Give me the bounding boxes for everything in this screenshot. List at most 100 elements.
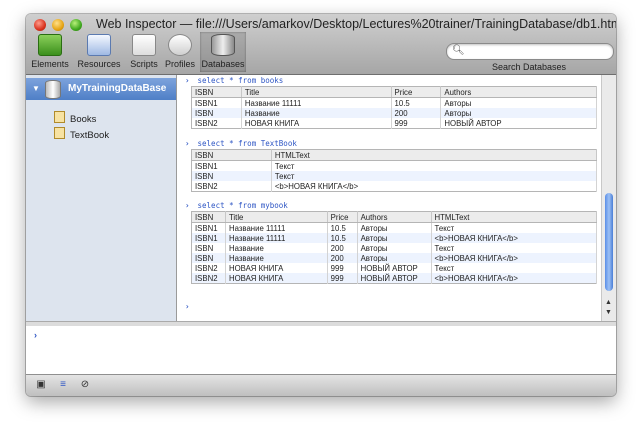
table-cell: 10.5 <box>327 222 358 233</box>
table-row[interactable]: ISBN1 Название 11111 10.5 Авторы Текст <box>191 222 598 233</box>
title-bar: Web Inspector — file:///Users/amarkov/De… <box>26 14 616 75</box>
table-cell: Авторы <box>440 108 597 118</box>
clear-icon[interactable]: ⊘ <box>78 379 92 391</box>
table-row[interactable]: ISBN Название 200 Авторы Текст <box>191 243 598 253</box>
table-row[interactable]: ISBN2 НОВАЯ КНИГА 999 НОВЫЙ АВТОР <b>НОВАЯ К… <box>191 273 598 284</box>
zoom-window-button[interactable] <box>70 19 82 31</box>
column-header[interactable]: HTMLText <box>271 149 598 161</box>
scrollbar-thumb[interactable] <box>605 193 613 291</box>
table-cell: Авторы <box>357 222 432 233</box>
table-cell: 999 <box>391 118 442 129</box>
table-cell: ISBN2 <box>191 273 226 284</box>
table-row[interactable]: ISBN Название 200 Авторы <b>НОВАЯ КНИГА</b> <box>191 253 598 263</box>
column-header[interactable]: ISBN <box>191 86 242 98</box>
query-text: select * from books <box>197 76 284 85</box>
table-cell: НОВЫЙ АВТОР <box>357 263 432 273</box>
table-cell: Текст <box>431 243 598 253</box>
scroll-up-icon[interactable]: ▲ <box>605 299 612 306</box>
scripts-icon <box>132 34 156 56</box>
query-command: › select * from mybook <box>185 201 288 210</box>
table-cell: ISBN1 <box>191 233 226 243</box>
tab-profiles[interactable]: Profiles <box>162 32 198 72</box>
table-cell: Авторы <box>357 253 432 263</box>
table-cell: <b>НОВАЯ КНИГА</b> <box>431 253 598 263</box>
table-row[interactable]: ISBN Текст <box>191 171 598 181</box>
vertical-scrollbar[interactable]: ▲ ▼ <box>601 75 616 321</box>
next-prompt[interactable]: › <box>185 302 198 311</box>
table-row[interactable]: ISBN Название 200 Авторы <box>191 108 597 118</box>
sidebar-item-books[interactable]: Books <box>54 111 96 125</box>
table-cell: 10.5 <box>391 97 442 108</box>
table-cell: Название 11111 <box>225 233 328 243</box>
scroll-down-icon[interactable]: ▼ <box>605 309 612 316</box>
web-inspector-window: Web Inspector — file:///Users/amarkov/De… <box>26 14 616 396</box>
table-cell: ISBN <box>191 171 272 181</box>
table-cell: ISBN <box>191 253 226 263</box>
column-header[interactable]: Authors <box>357 211 432 223</box>
table-cell: НОВАЯ КНИГА <box>225 263 328 273</box>
table-name: TextBook <box>70 130 110 141</box>
table-cell: Название <box>241 108 392 118</box>
table-row[interactable]: ISBN1 Название 11111 10.5 Авторы <box>191 97 597 108</box>
column-header[interactable]: ISBN <box>191 211 226 223</box>
table-cell: 200 <box>391 108 442 118</box>
prompt-icon: › <box>185 139 190 148</box>
table-cell: 999 <box>327 273 358 284</box>
tab-label: Resources <box>77 59 121 69</box>
console-icon[interactable]: ≡ <box>56 379 70 391</box>
table-cell: <b>НОВАЯ КНИГА</b> <box>431 273 598 284</box>
table-cell: ISBN2 <box>191 118 242 129</box>
table-cell: ISBN1 <box>191 160 272 171</box>
table-cell: 200 <box>327 243 358 253</box>
sidebar-item-textbook[interactable]: TextBook <box>54 127 109 141</box>
minimize-window-button[interactable] <box>52 19 64 31</box>
table-cell: 999 <box>327 263 358 273</box>
prompt-icon: › <box>185 201 190 210</box>
table-name: Books <box>70 114 97 125</box>
table-cell: 200 <box>327 253 358 263</box>
table-row[interactable]: ISBN1 Текст <box>191 160 598 171</box>
table-cell: ISBN <box>191 108 242 118</box>
search-label: Search Databases <box>491 62 567 72</box>
result-table: ISBN HTMLText ISBN1 Текст ISBN Текст ISBN2 <b>Н… <box>191 149 598 192</box>
sidebar-database[interactable]: ▼ MyTrainingDataBase <box>26 78 176 100</box>
column-header[interactable]: Title <box>241 86 392 98</box>
tab-label: Scripts <box>130 59 158 69</box>
query-results-pane[interactable]: › select * from books ISBN Title Price Author… <box>177 75 601 321</box>
console-pane[interactable]: › <box>26 326 616 374</box>
disclosure-triangle-icon[interactable]: ▼ <box>32 84 40 93</box>
column-header[interactable]: Price <box>391 86 442 98</box>
profiles-icon <box>168 34 192 56</box>
query-command: › select * from books <box>185 76 283 85</box>
table-icon <box>54 111 65 123</box>
table-cell: Текст <box>431 222 598 233</box>
tab-scripts[interactable]: Scripts <box>126 32 162 72</box>
column-header[interactable]: Title <box>225 211 328 223</box>
table-cell: Текст <box>431 263 598 273</box>
table-cell: НОВАЯ КНИГА <box>225 273 328 284</box>
tab-resources[interactable]: Resources <box>74 32 124 72</box>
column-header[interactable]: Authors <box>440 86 597 98</box>
search-input[interactable]: 🔍︎ <box>446 43 614 60</box>
table-cell: Название <box>225 243 328 253</box>
tab-databases[interactable]: Databases <box>200 32 246 72</box>
column-header[interactable]: Price <box>327 211 358 223</box>
sidebar: ▼ MyTrainingDataBase Books TextBook <box>26 75 177 321</box>
table-cell: Авторы <box>440 97 597 108</box>
dock-icon[interactable]: ▣ <box>34 379 48 391</box>
resources-icon <box>87 34 111 56</box>
close-window-button[interactable] <box>34 19 46 31</box>
database-icon <box>45 80 61 99</box>
tab-elements[interactable]: Elements <box>28 32 72 72</box>
query-text: select * from mybook <box>197 201 288 210</box>
table-row[interactable]: ISBN2 НОВАЯ КНИГА 999 НОВЫЙ АВТОР Текст <box>191 263 598 273</box>
table-row[interactable]: ISBN2 НОВАЯ КНИГА 999 НОВЫЙ АВТОР <box>191 118 597 129</box>
table-icon <box>54 127 65 139</box>
column-header[interactable]: ISBN <box>191 149 272 161</box>
table-row[interactable]: ISBN1 Название 11111 10.5 Авторы <b>НОВАЯ КН… <box>191 233 598 243</box>
table-cell: ISBN1 <box>191 222 226 233</box>
column-header[interactable]: HTMLText <box>431 211 598 223</box>
table-row[interactable]: ISBN2 <b>НОВАЯ КНИГА</b> <box>191 181 598 192</box>
console-prompt-icon: › <box>34 330 37 340</box>
table-cell: НОВАЯ КНИГА <box>241 118 392 129</box>
